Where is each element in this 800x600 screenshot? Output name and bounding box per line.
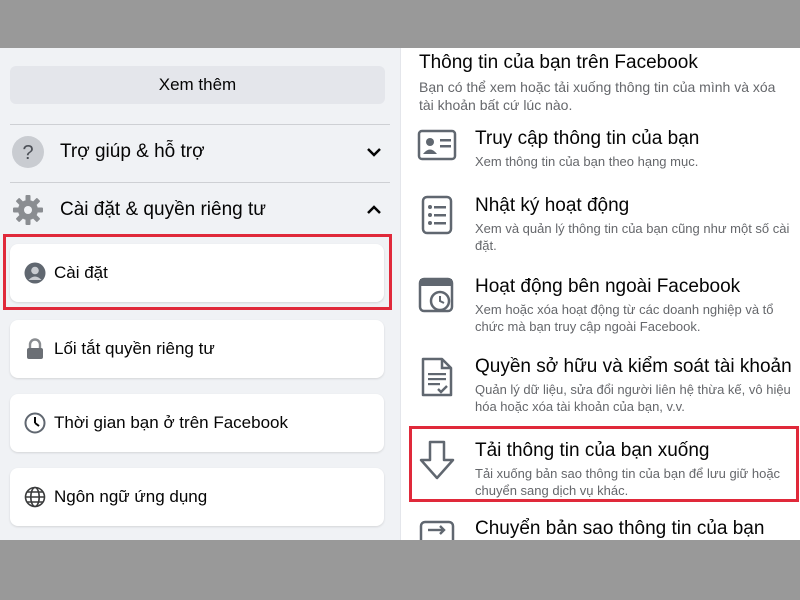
access-your-information-item[interactable]: Truy cập thông tin của bạn Xem thông tin… — [415, 128, 795, 172]
item-title: Nhật ký hoạt động — [475, 195, 630, 216]
help-support-row[interactable]: ? Trợ giúp & hỗ trợ — [10, 126, 390, 178]
off-facebook-activity-item[interactable]: Hoạt động bên ngoài Facebook Xem hoặc xó… — [415, 276, 795, 335]
document-icon — [415, 356, 459, 400]
highlight-box — [409, 426, 799, 502]
time-on-facebook-label: Thời gian bạn ở trên Facebook — [54, 413, 288, 432]
item-description: Xem thông tin của bạn theo hạng mục. — [475, 154, 699, 169]
time-on-facebook-item[interactable]: Thời gian bạn ở trên Facebook — [10, 394, 384, 452]
menu-panel: Xem thêm ? Trợ giúp & hỗ trợ Cài đặt & q… — [0, 48, 400, 540]
item-title: Truy cập thông tin của bạn — [475, 128, 700, 149]
list-icon — [415, 195, 459, 239]
item-description: Quản lý dữ liệu, sửa đổi người liên hệ t… — [475, 382, 791, 414]
globe-icon — [24, 486, 46, 508]
help-support-label: Trợ giúp & hỗ trợ — [60, 141, 205, 162]
history-icon — [415, 276, 459, 320]
activity-log-item[interactable]: Nhật ký hoạt động Xem và quản lý thông t… — [415, 195, 795, 254]
top-frame — [0, 0, 800, 48]
chevron-down-icon — [362, 140, 386, 164]
section-intro: Bạn có thể xem hoặc tải xuống thông tin … — [419, 79, 776, 113]
see-more-button[interactable]: Xem thêm — [10, 66, 385, 104]
clock-icon — [24, 412, 46, 434]
item-title: Hoạt động bên ngoài Facebook — [475, 276, 741, 297]
question-circle-icon: ? — [10, 134, 46, 170]
svg-text:?: ? — [22, 142, 33, 164]
item-title: Quyền sở hữu và kiểm soát tài khoản — [475, 356, 792, 377]
item-description: Xem hoặc xóa hoạt động từ các doanh nghi… — [475, 302, 774, 334]
transfer-icon — [415, 518, 459, 540]
gear-icon — [10, 192, 46, 228]
bottom-frame — [0, 540, 800, 600]
divider — [10, 124, 390, 125]
transfer-copy-item[interactable]: Chuyển bản sao thông tin của bạn — [415, 518, 795, 540]
item-title: Chuyển bản sao thông tin của bạn — [475, 518, 765, 539]
item-description: Xem và quản lý thông tin của bạn cũng nh… — [475, 221, 790, 253]
app-language-item[interactable]: Ngôn ngữ ứng dụng — [10, 468, 384, 526]
privacy-shortcuts-item[interactable]: Lối tắt quyền riêng tư — [10, 320, 384, 378]
account-ownership-item[interactable]: Quyền sở hữu và kiểm soát tài khoản Quản… — [415, 356, 795, 415]
settings-privacy-row[interactable]: Cài đặt & quyền riêng tư — [10, 184, 390, 236]
highlight-box — [3, 234, 392, 310]
lock-icon — [24, 338, 46, 360]
id-card-icon — [415, 128, 459, 172]
divider — [10, 182, 390, 183]
chevron-up-icon — [362, 198, 386, 222]
section-heading: Thông tin của bạn trên Facebook — [419, 52, 698, 73]
settings-privacy-label: Cài đặt & quyền riêng tư — [60, 199, 267, 220]
app-language-label: Ngôn ngữ ứng dụng — [54, 487, 208, 506]
privacy-shortcuts-label: Lối tắt quyền riêng tư — [54, 339, 215, 358]
your-information-panel: Thông tin của bạn trên Facebook Bạn có t… — [400, 48, 800, 540]
